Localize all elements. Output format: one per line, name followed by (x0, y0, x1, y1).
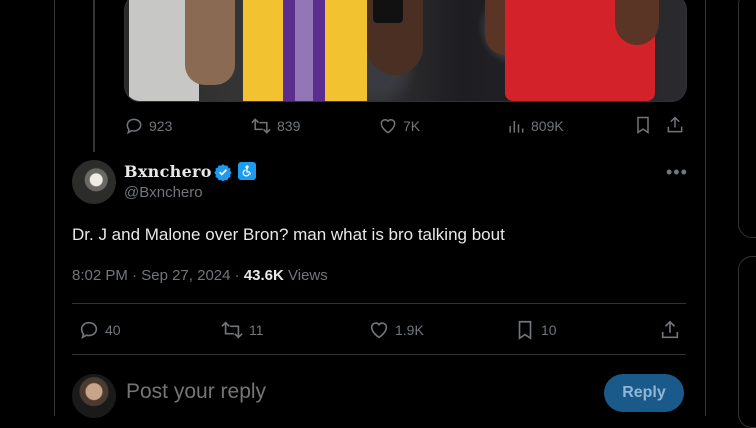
tweet-date[interactable]: Sep 27, 2024 (141, 267, 230, 284)
media-arm-right-2 (615, 0, 659, 45)
user-avatar[interactable] (72, 374, 116, 418)
meta-separator: · (132, 267, 142, 284)
reply-icon (78, 319, 100, 341)
right-panel-card (738, 256, 756, 428)
author-name[interactable]: Bxnchero (124, 162, 212, 181)
reply-button[interactable]: Reply (604, 374, 684, 412)
reply-count: 40 (105, 322, 121, 338)
parent-reply-action[interactable]: 923 (124, 116, 172, 136)
parent-like-action[interactable]: 7K (378, 116, 420, 136)
like-action[interactable]: 1.9K (368, 319, 424, 341)
heart-icon (368, 319, 390, 341)
share-button[interactable] (659, 319, 681, 341)
media-figure-arm (185, 0, 235, 85)
media-wristband (373, 0, 403, 23)
parent-views-count: 809K (531, 118, 564, 134)
parent-views-action[interactable]: 809K (506, 116, 564, 136)
parent-like-count: 7K (403, 118, 421, 134)
tweet-meta: 8:02 PM · Sep 27, 2024 · 43.6K Views (72, 267, 328, 284)
tweet-text: Dr. J and Malone over Bron? man what is … (72, 225, 505, 244)
parent-bookmark-button[interactable] (633, 115, 653, 135)
meta-separator: · (234, 267, 244, 284)
more-options-icon[interactable]: ••• (666, 162, 688, 183)
media-stripe-highlight (295, 0, 313, 101)
bookmark-icon (633, 115, 653, 135)
thread-connector-line (93, 0, 95, 152)
bookmark-icon (514, 319, 536, 341)
author-avatar[interactable] (72, 160, 116, 204)
repost-icon (250, 116, 272, 136)
share-icon (659, 319, 681, 341)
like-count: 1.9K (395, 322, 424, 338)
repost-icon (220, 319, 244, 341)
reply-input[interactable] (126, 380, 526, 404)
divider (72, 303, 686, 304)
verified-badge-icon[interactable] (214, 163, 232, 186)
accessibility-icon (238, 162, 256, 180)
divider (72, 354, 686, 355)
bookmark-count: 10 (541, 322, 557, 338)
parent-repost-action[interactable]: 839 (250, 116, 300, 136)
repost-count: 11 (249, 322, 264, 338)
tweet-views-label: Views (288, 267, 328, 284)
analytics-icon (506, 116, 526, 136)
repost-action[interactable]: 11 (220, 319, 264, 341)
tweet-media-image[interactable] (124, 0, 687, 102)
author-handle[interactable]: @Bxnchero (124, 184, 203, 201)
tweet-time[interactable]: 8:02 PM (72, 267, 128, 284)
bookmark-action[interactable]: 10 (514, 319, 557, 341)
heart-icon (378, 116, 398, 136)
parent-reply-count: 923 (149, 118, 173, 134)
tweet-views-count: 43.6K (243, 267, 284, 284)
reply-action[interactable]: 40 (78, 319, 121, 341)
parent-repost-count: 839 (277, 118, 301, 134)
parent-share-button[interactable] (665, 115, 685, 135)
share-icon (665, 115, 685, 135)
right-panel-card (738, 0, 756, 238)
reply-icon (124, 116, 144, 136)
